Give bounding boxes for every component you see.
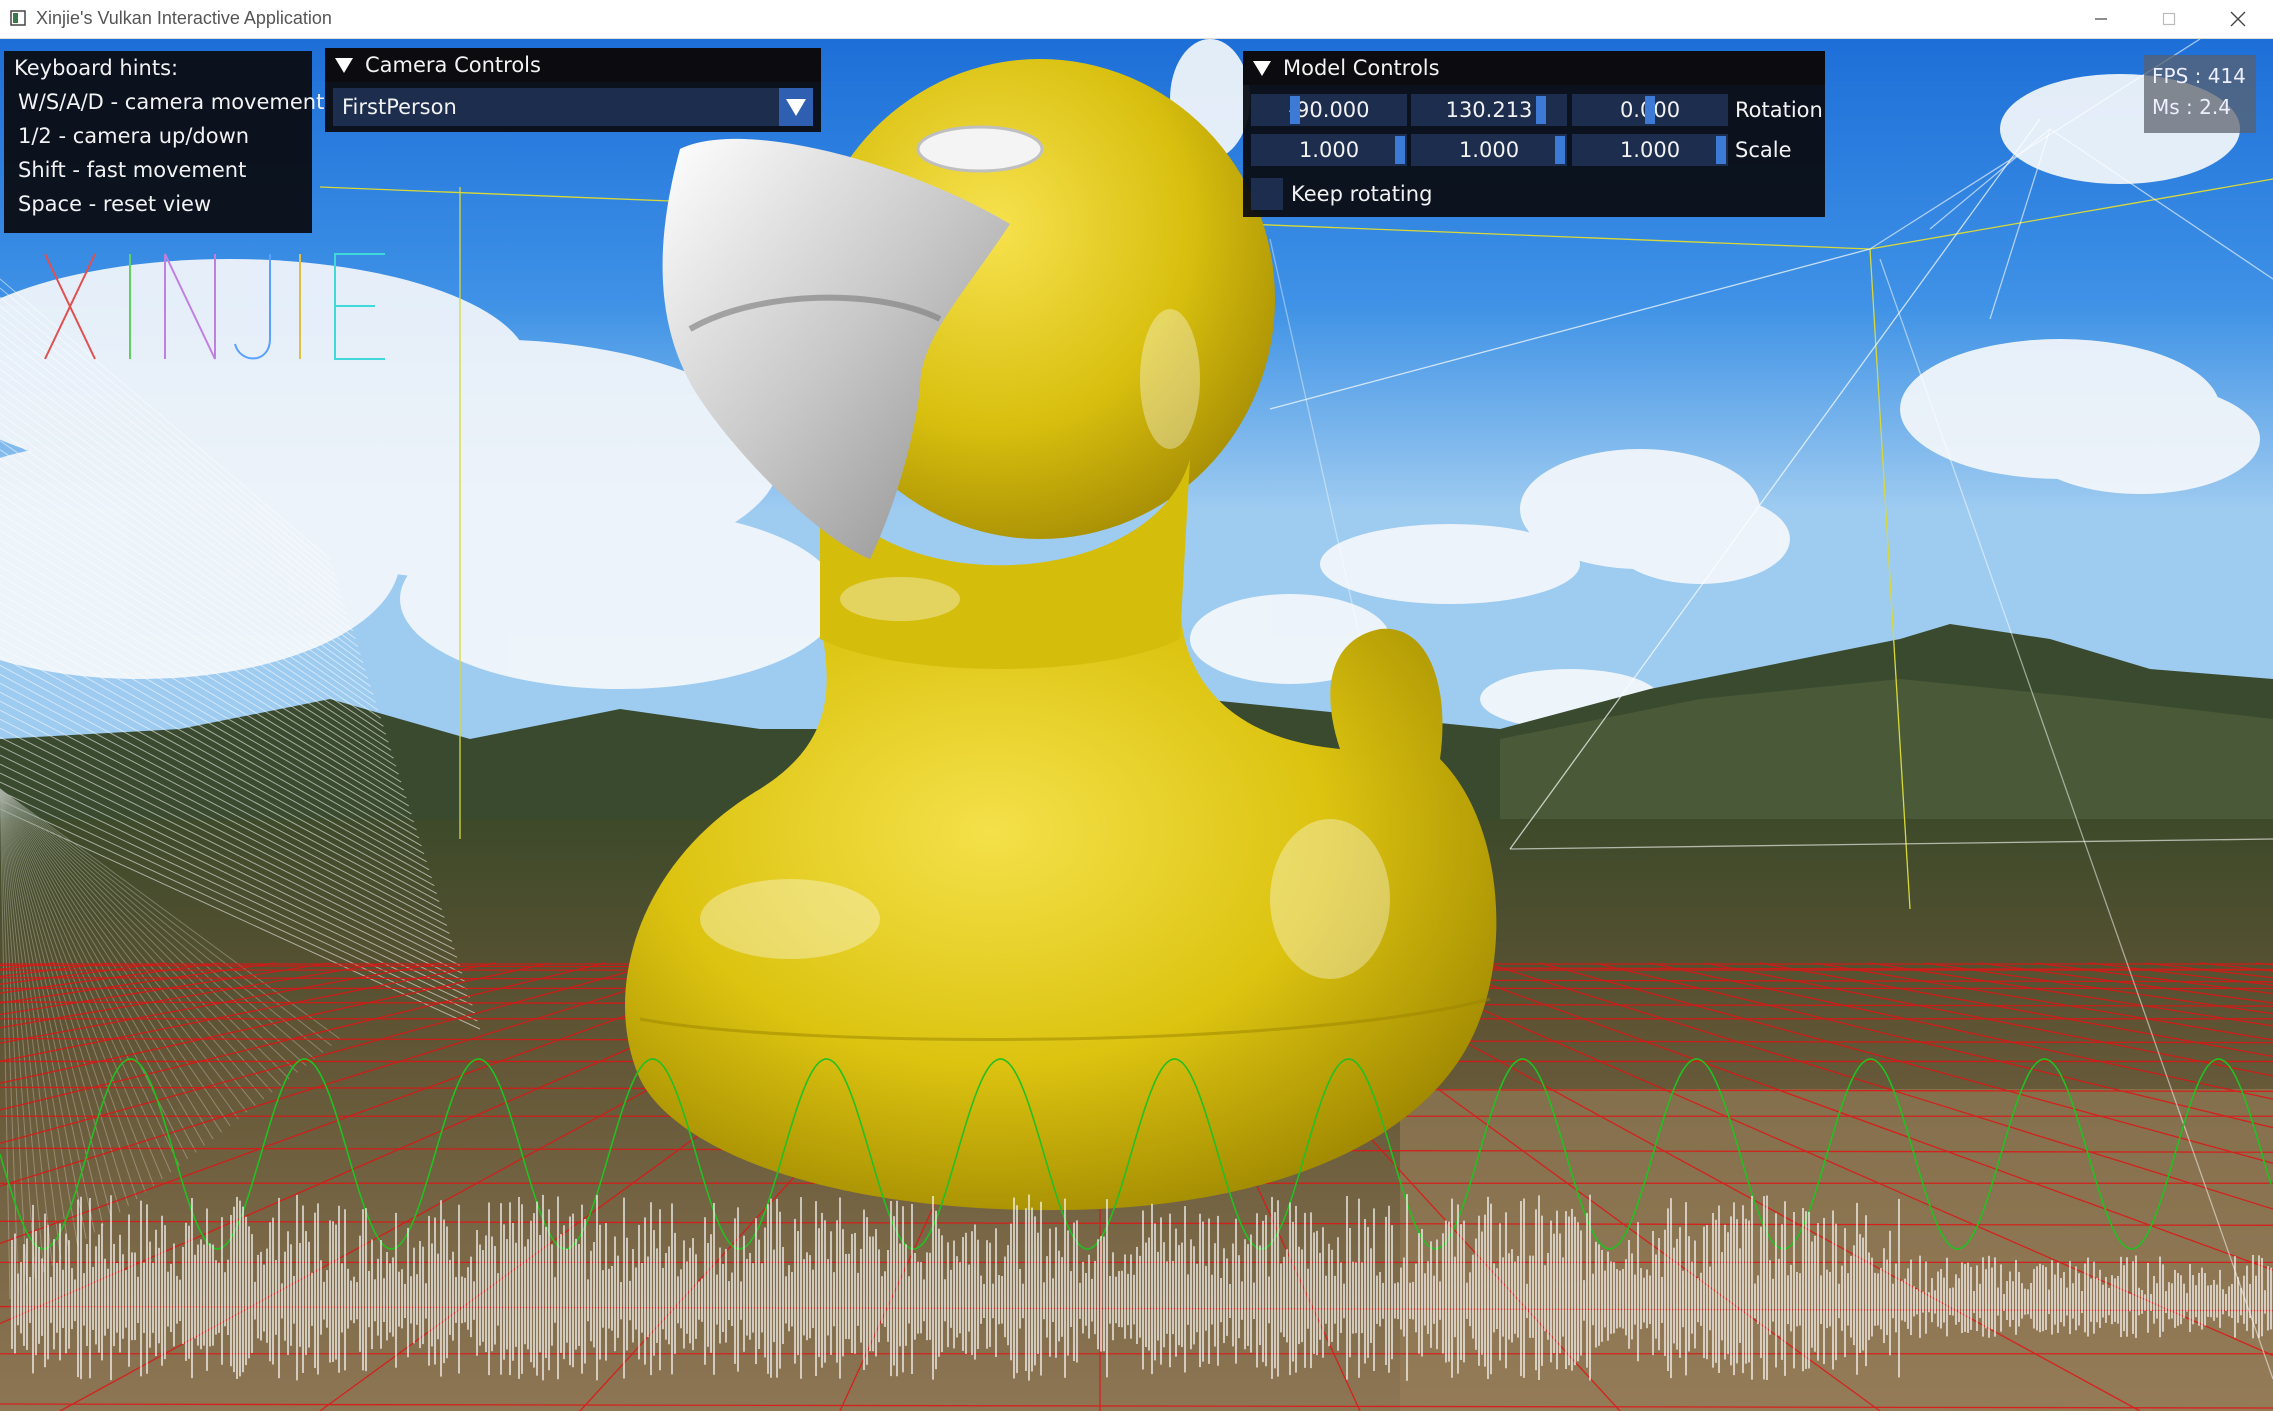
- fps-overlay: FPS : 414 Ms : 2.4: [2144, 55, 2256, 133]
- title-bar: Xinjie's Vulkan Interactive Application: [0, 0, 2273, 39]
- scale-y-value: 1.000: [1458, 138, 1520, 162]
- fps-readout: FPS : 414: [2152, 64, 2246, 88]
- hint-line: 1/2 - camera up/down: [18, 124, 250, 148]
- scale-x-slider[interactable]: 1.000: [1251, 134, 1407, 166]
- slider-grab[interactable]: [1395, 136, 1405, 164]
- minimize-button[interactable]: [2068, 0, 2134, 38]
- scale-label: Scale: [1735, 138, 1792, 162]
- keyboard-hints-header: Keyboard hints:: [14, 56, 179, 80]
- hint-line: Shift - fast movement: [18, 158, 247, 182]
- scale-x-value: 1.000: [1298, 138, 1360, 162]
- maximize-button[interactable]: [2136, 0, 2202, 38]
- collapse-triangle-icon[interactable]: [335, 57, 353, 73]
- render-viewport[interactable]: Keyboard hints: W/S/A/D - camera movemen…: [0, 39, 2273, 1411]
- keep-rotating-label: Keep rotating: [1291, 182, 1433, 206]
- camera-mode-value: FirstPerson: [342, 95, 457, 119]
- slider-grab[interactable]: [1290, 96, 1300, 124]
- model-controls-title: Model Controls: [1283, 56, 1440, 80]
- window-title: Xinjie's Vulkan Interactive Application: [36, 8, 332, 28]
- camera-controls-title: Camera Controls: [365, 53, 541, 77]
- app-icon: [10, 10, 26, 26]
- rotation-y-value: 130.213: [1445, 98, 1533, 122]
- slider-grab[interactable]: [1536, 96, 1546, 124]
- slider-grab[interactable]: [1555, 136, 1565, 164]
- slider-grab[interactable]: [1645, 96, 1655, 124]
- scale-z-slider[interactable]: 1.000: [1572, 134, 1728, 166]
- model-controls-header[interactable]: Model Controls: [1243, 51, 1825, 85]
- slider-grab[interactable]: [1716, 136, 1726, 164]
- camera-mode-dropdown[interactable]: FirstPerson: [333, 88, 813, 126]
- camera-controls-header[interactable]: Camera Controls: [325, 48, 821, 82]
- rotation-x-value: -90.000: [1288, 98, 1370, 122]
- close-icon: [2230, 11, 2246, 27]
- keyboard-hints-panel: Keyboard hints: W/S/A/D - camera movemen…: [4, 51, 325, 233]
- collapse-triangle-icon[interactable]: [1253, 60, 1271, 76]
- rotation-y-slider[interactable]: 130.213: [1411, 94, 1567, 126]
- rotation-x-slider[interactable]: -90.000: [1251, 94, 1407, 126]
- rotation-label: Rotation: [1735, 98, 1823, 122]
- dropdown-arrow-button[interactable]: [779, 88, 813, 126]
- hint-line: Space - reset view: [18, 192, 212, 216]
- keep-rotating-checkbox[interactable]: [1251, 178, 1283, 210]
- hint-line: W/S/A/D - camera movement: [18, 90, 325, 114]
- scale-y-slider[interactable]: 1.000: [1411, 134, 1567, 166]
- close-button[interactable]: [2205, 0, 2271, 38]
- camera-controls-panel: Camera Controls FirstPerson: [325, 48, 821, 132]
- chevron-down-icon: [786, 98, 806, 116]
- rotation-z-slider[interactable]: 0.000: [1572, 94, 1728, 126]
- frame-time-readout: Ms : 2.4: [2152, 95, 2231, 119]
- minimize-icon: [2095, 18, 2107, 20]
- maximize-icon: [2162, 12, 2176, 26]
- scene-canvas: [0, 39, 2273, 1411]
- scale-z-value: 1.000: [1619, 138, 1681, 162]
- model-controls-panel: Model Controls -90.000 130.213 0.000 Rot…: [1243, 51, 1825, 217]
